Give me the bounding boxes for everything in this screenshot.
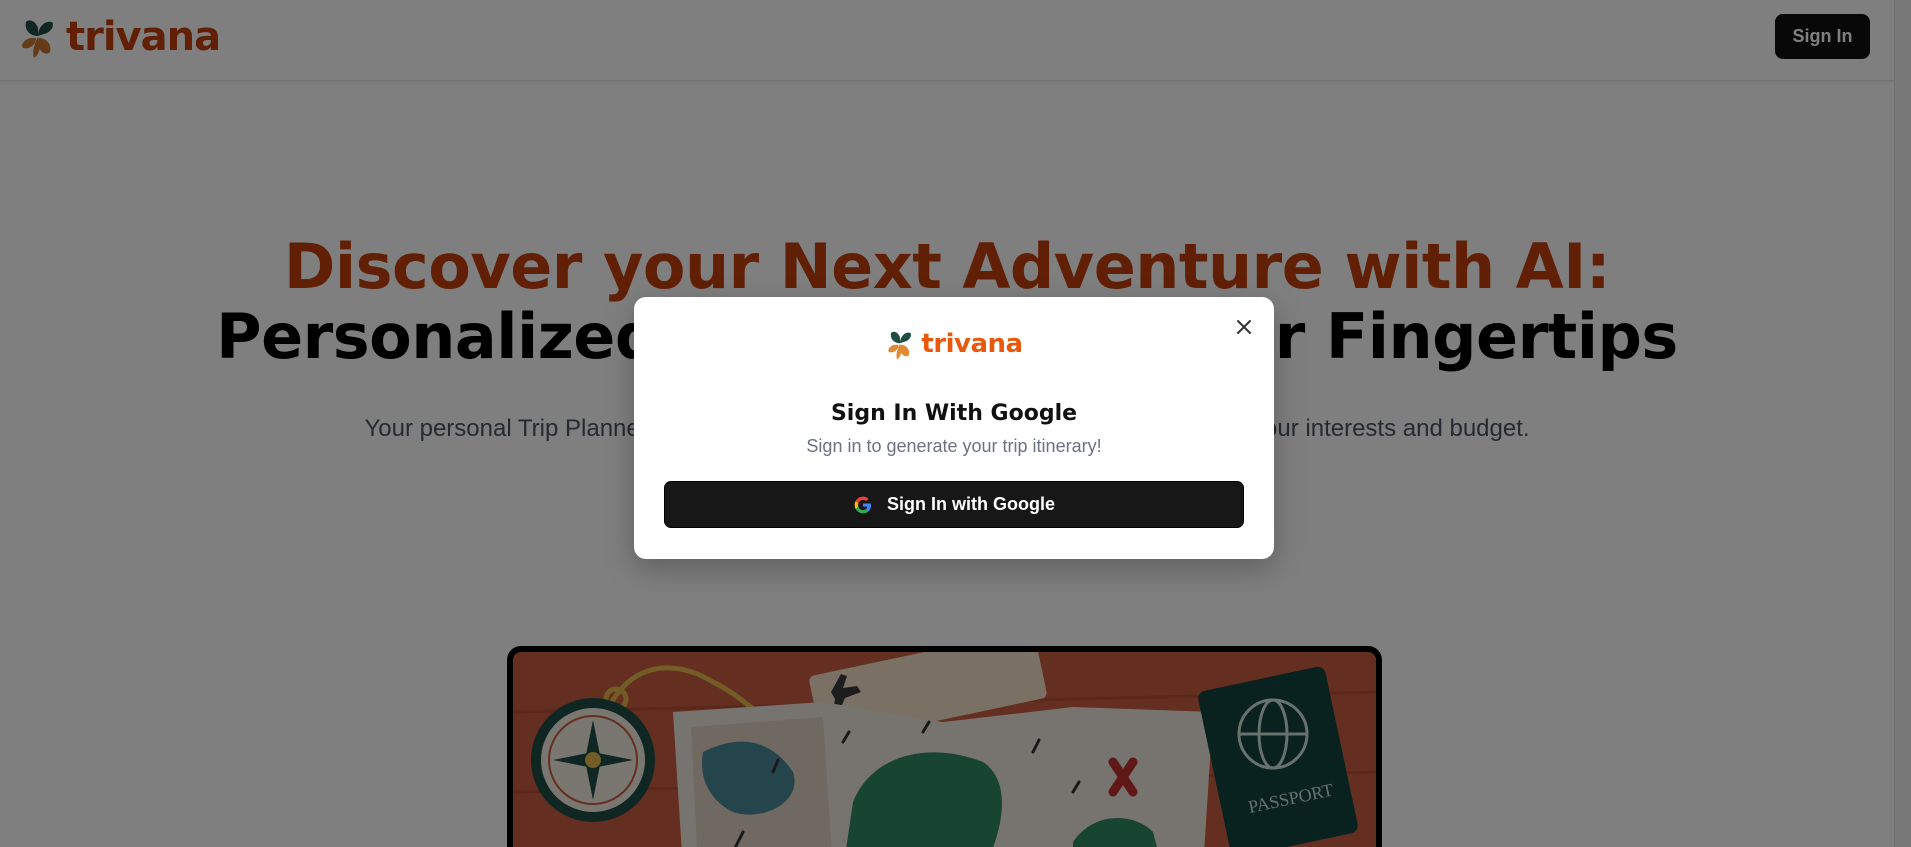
dialog-title: Sign In With Google — [830, 401, 1078, 426]
dialog-brand-name: trivana — [921, 329, 1023, 359]
sign-in-with-google-button[interactable]: Sign In with Google — [664, 481, 1244, 528]
page: trivana Sign In Discover your Next Adven… — [0, 0, 1911, 847]
trivana-logo-icon — [888, 331, 912, 360]
google-button-label: Sign In with Google — [887, 494, 1055, 514]
google-icon — [854, 496, 871, 513]
dialog-brand-logo: trivana — [634, 327, 1274, 361]
dialog-subtitle: Sign in to generate your trip itinerary! — [806, 436, 1102, 456]
sign-in-dialog: trivana Sign In With Google Sign in to g… — [634, 297, 1274, 559]
